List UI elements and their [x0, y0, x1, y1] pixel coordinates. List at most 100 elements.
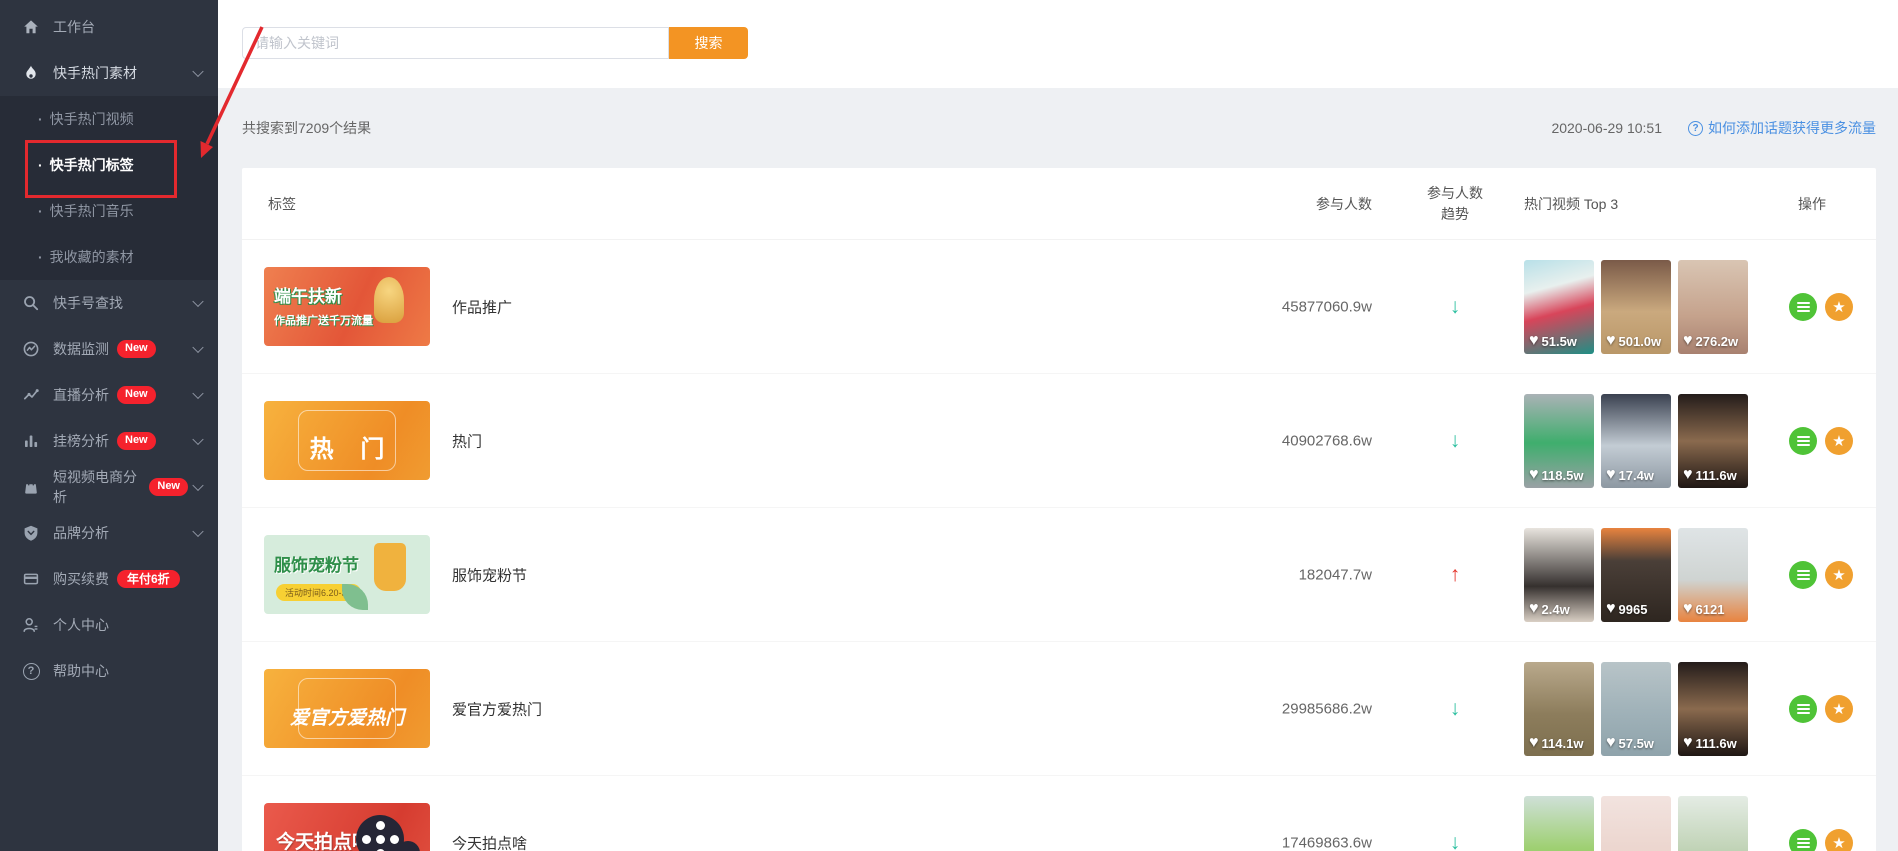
banner-title: 服饰宠粉节 — [274, 556, 359, 575]
like-count: 9965 — [1618, 601, 1648, 617]
sidebar-item-account-search[interactable]: 快手号查找 — [0, 280, 218, 326]
sidebar-item-profile[interactable]: 个人中心 — [0, 602, 218, 648]
sidebar-item-ranking-analysis[interactable]: 挂榜分析 New — [0, 418, 218, 464]
video-thumbnail[interactable]: ♥ — [1678, 796, 1748, 851]
row-actions: ★ — [1789, 561, 1853, 589]
new-badge: New — [149, 478, 188, 496]
video-thumbnail[interactable]: ♥ 17.4w — [1601, 394, 1671, 488]
tag-banner-thumbnail[interactable]: 爱官方爱热门 — [264, 669, 430, 748]
sidebar-item-hot-tags[interactable]: 快手热门标签 — [0, 142, 218, 188]
favorite-button[interactable]: ★ — [1825, 829, 1853, 851]
star-icon: ★ — [1832, 432, 1846, 450]
like-count: 111.6w — [1695, 735, 1737, 751]
video-thumbnail[interactable]: ♥ 118.5w — [1524, 394, 1594, 488]
help-circle-icon: ? — [1688, 120, 1703, 136]
like-count: 114.1w — [1541, 735, 1584, 751]
help-topic-link[interactable]: ? 如何添加话题获得更多流量 — [1688, 118, 1876, 138]
home-icon — [21, 17, 41, 37]
video-thumbnail[interactable]: ♥ 9965 — [1601, 528, 1671, 622]
top-videos: ♥ 51.5w ♥ 501.0w ♥ 276.2w — [1524, 260, 1748, 354]
sidebar-item-hot-music[interactable]: 快手热门音乐 — [0, 188, 218, 234]
video-thumbnail[interactable]: ♥ 57.5w — [1601, 662, 1671, 756]
tag-name[interactable]: 热门 — [452, 430, 482, 451]
results-timestamp: 2020-06-29 10:51 — [1551, 120, 1662, 136]
like-count: 276.2w — [1695, 333, 1739, 349]
sidebar: 工作台 快手热门素材 快手热门视频 快手热门标签 快手热门音乐 我收藏的素材 快… — [0, 0, 218, 851]
trophy-graphic — [374, 277, 404, 323]
sidebar-item-label: 快手热门视频 — [49, 111, 134, 127]
sidebar-item-purchase-renew[interactable]: 购买续费 年付6折 — [0, 556, 218, 602]
sidebar-item-label: 挂榜分析 — [53, 433, 109, 449]
video-thumbnail[interactable]: ♥ 276.2w — [1678, 260, 1748, 354]
video-list-button[interactable] — [1789, 695, 1817, 723]
leaf-graphic — [342, 584, 368, 610]
top-videos: ♥ 2.4w ♥ 9965 ♥ 6121 — [1524, 528, 1748, 622]
sidebar-item-brand-analysis[interactable]: 品牌分析 — [0, 510, 218, 556]
star-icon: ★ — [1832, 298, 1846, 316]
video-thumbnail[interactable]: ♥ 2.4w — [1524, 528, 1594, 622]
video-list-button[interactable] — [1789, 293, 1817, 321]
sidebar-item-help-center[interactable]: ? 帮助中心 — [0, 648, 218, 694]
trend-down-icon: ↓ — [1449, 428, 1461, 452]
row-actions: ★ — [1789, 695, 1853, 723]
video-thumbnail[interactable]: ♥ — [1524, 796, 1594, 851]
tag-name[interactable]: 作品推广 — [452, 296, 512, 317]
video-thumbnail[interactable]: ♥ — [1601, 796, 1671, 851]
shopping-bag-icon — [21, 477, 41, 497]
film-reel-graphic — [356, 815, 420, 851]
sidebar-item-data-monitor[interactable]: 数据监测 New — [0, 326, 218, 372]
sidebar-item-hot-videos[interactable]: 快手热门视频 — [0, 96, 218, 142]
like-count: 17.4w — [1618, 467, 1654, 483]
top-videos: ♥ 118.5w ♥ 17.4w ♥ 111.6w — [1524, 394, 1748, 488]
row-actions: ★ — [1789, 293, 1853, 321]
video-list-button[interactable] — [1789, 427, 1817, 455]
video-list-button[interactable] — [1789, 829, 1817, 851]
sidebar-item-live-analysis[interactable]: 直播分析 New — [0, 372, 218, 418]
video-list-button[interactable] — [1789, 561, 1817, 589]
tag-name[interactable]: 今天拍点啥 — [452, 832, 527, 851]
tag-name[interactable]: 服饰宠粉节 — [452, 564, 527, 585]
sidebar-item-hot-materials[interactable]: 快手热门素材 — [0, 50, 218, 96]
sidebar-item-label: 快手热门音乐 — [49, 203, 134, 219]
top-videos: ♥ 114.1w ♥ 57.5w ♥ 111.6w — [1524, 662, 1748, 756]
heart-icon: ♥ — [1606, 332, 1616, 349]
app-window: 工作台 快手热门素材 快手热门视频 快手热门标签 快手热门音乐 我收藏的素材 快… — [0, 0, 1898, 851]
video-thumbnail[interactable]: ♥ 111.6w — [1678, 394, 1748, 488]
search-button[interactable]: 搜索 — [669, 27, 748, 59]
chevron-down-icon — [192, 433, 204, 446]
heart-icon: ♥ — [1606, 734, 1616, 751]
list-icon — [1796, 708, 1810, 710]
line-chart-icon — [21, 385, 41, 405]
video-thumbnail[interactable]: ♥ 6121 — [1678, 528, 1748, 622]
heart-icon: ♥ — [1683, 600, 1693, 617]
video-thumbnail[interactable]: ♥ 501.0w — [1601, 260, 1671, 354]
favorite-button[interactable]: ★ — [1825, 561, 1853, 589]
video-thumbnail[interactable]: ♥ 51.5w — [1524, 260, 1594, 354]
participants-count: 40902768.6w — [1281, 432, 1372, 449]
tag-banner-thumbnail[interactable]: 服饰宠粉节 活动时间6.20-30 — [264, 535, 430, 614]
like-count: 2.4w — [1541, 601, 1570, 617]
favorite-button[interactable]: ★ — [1825, 293, 1853, 321]
like-count: 118.5w — [1541, 467, 1584, 483]
sidebar-item-ecommerce-analysis[interactable]: 短视频电商分析 New — [0, 464, 218, 510]
favorite-button[interactable]: ★ — [1825, 427, 1853, 455]
sidebar-item-workbench[interactable]: 工作台 — [0, 4, 218, 50]
tag-banner-thumbnail[interactable]: 热 门 — [264, 401, 430, 480]
chevron-down-icon — [192, 341, 204, 354]
tag-name[interactable]: 爱官方爱热门 — [452, 698, 542, 719]
tag-banner-thumbnail[interactable]: 今天拍点啥? — [264, 803, 430, 851]
tag-banner-thumbnail[interactable]: 端午扶新 作品推广送千万流量 — [264, 267, 430, 346]
list-icon — [1796, 574, 1810, 576]
monitor-icon — [21, 339, 41, 359]
star-icon: ★ — [1832, 834, 1846, 851]
video-thumbnail[interactable]: ♥ 111.6w — [1678, 662, 1748, 756]
search-input[interactable] — [242, 27, 669, 59]
video-thumbnail[interactable]: ♥ 114.1w — [1524, 662, 1594, 756]
sidebar-submenu: 快手热门视频 快手热门标签 快手热门音乐 我收藏的素材 — [0, 96, 218, 280]
shield-icon — [21, 523, 41, 543]
heart-icon: ♥ — [1683, 466, 1693, 483]
column-header-participants: 参与人数 — [1316, 195, 1372, 212]
sidebar-item-my-favorites[interactable]: 我收藏的素材 — [0, 234, 218, 280]
heart-icon: ♥ — [1606, 466, 1616, 483]
favorite-button[interactable]: ★ — [1825, 695, 1853, 723]
